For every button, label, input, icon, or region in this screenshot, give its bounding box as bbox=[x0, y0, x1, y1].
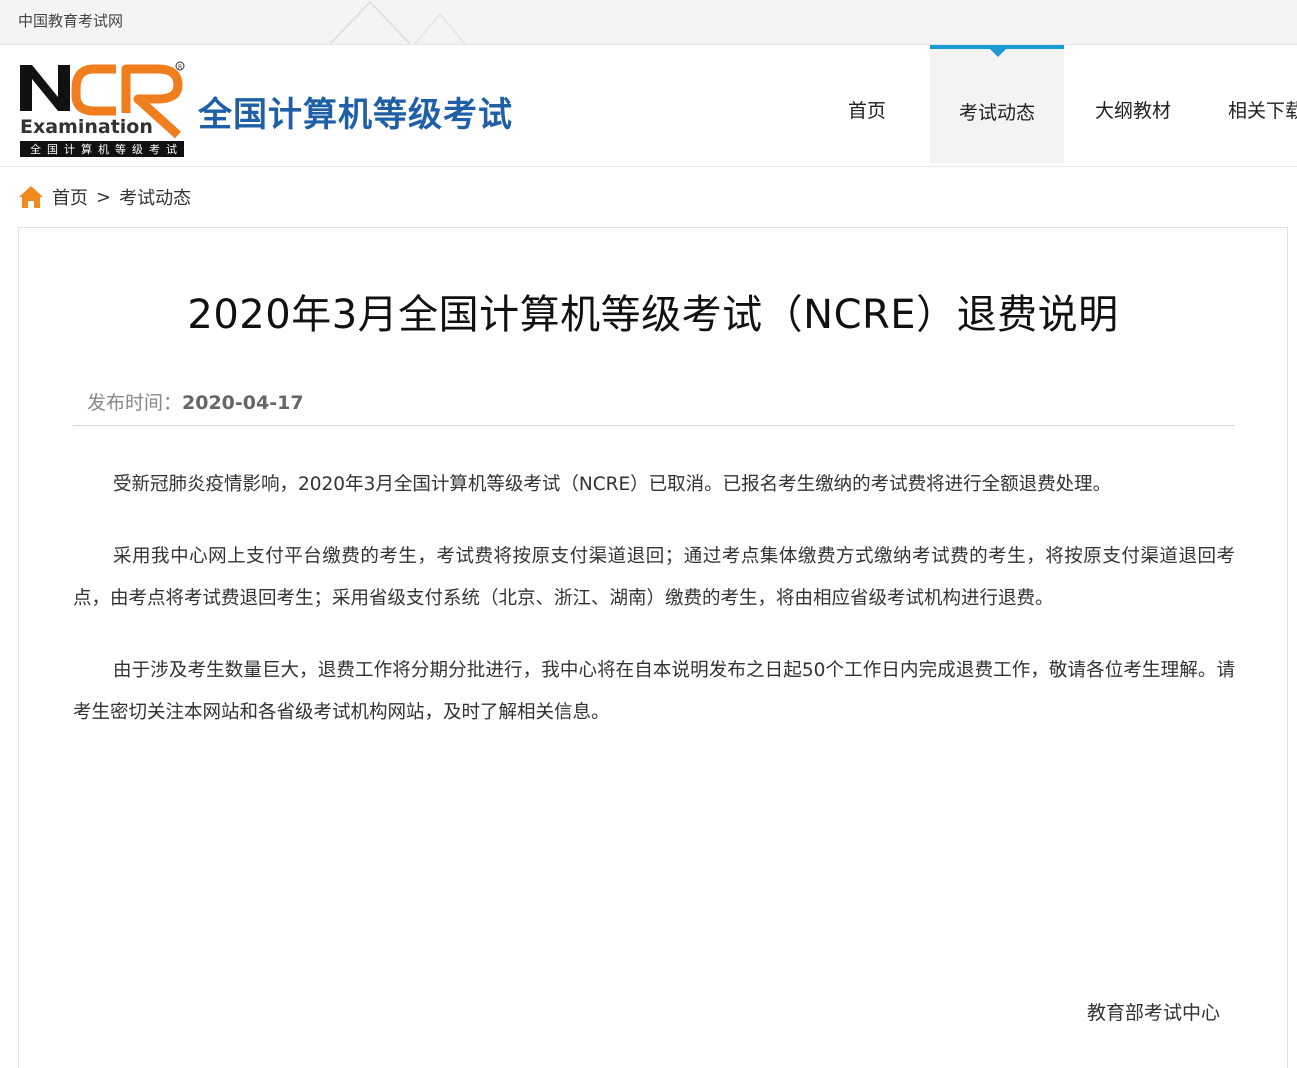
publish-date: 2020-04-17 bbox=[182, 392, 304, 414]
svg-text:全国计算机等级考试: 全国计算机等级考试 bbox=[30, 142, 183, 156]
nav-item-downloads[interactable]: 相关下载 bbox=[1200, 45, 1297, 163]
article-panel: 2020年3月全国计算机等级考试（NCRE）退费说明 发布时间：2020-04-… bbox=[18, 227, 1288, 1068]
site-header: R Examination 全国计算机等级考试 全国计算机等级考试 首页 考试动… bbox=[0, 45, 1297, 167]
svg-text:R: R bbox=[178, 64, 182, 71]
paragraph: 采用我中心网上支付平台缴费的考生，考试费将按原支付渠道退回；通过考点集体缴费方式… bbox=[73, 546, 1235, 609]
main-nav: 首页 考试动态 大纲教材 相关下载 bbox=[800, 45, 1297, 165]
nav-item-label: 考试动态 bbox=[958, 102, 1035, 124]
article-body: 受新冠肺炎疫情影响，2020年3月全国计算机等级考试（NCRE）已取消。已报名考… bbox=[73, 464, 1235, 764]
nav-item-syllabus[interactable]: 大纲教材 bbox=[1066, 45, 1200, 163]
breadcrumb-current[interactable]: 考试动态 bbox=[119, 184, 191, 210]
breadcrumb-separator: > bbox=[96, 186, 112, 208]
publish-meta: 发布时间：2020-04-17 bbox=[87, 388, 304, 415]
active-caret-icon bbox=[990, 49, 1006, 57]
article-title: 2020年3月全国计算机等级考试（NCRE）退费说明 bbox=[187, 292, 1119, 338]
breadcrumb-home[interactable]: 首页 bbox=[52, 184, 88, 210]
nav-item-exam-news[interactable]: 考试动态 bbox=[930, 45, 1064, 163]
publish-label: 发布时间： bbox=[87, 392, 183, 414]
ncre-logo-icon: R Examination 全国计算机等级考试 bbox=[20, 61, 185, 157]
nav-item-home[interactable]: 首页 bbox=[800, 45, 934, 163]
paragraph: 受新冠肺炎疫情影响，2020年3月全国计算机等级考试（NCRE）已取消。已报名考… bbox=[113, 474, 1112, 495]
svg-text:Examination: Examination bbox=[20, 116, 153, 138]
home-icon[interactable] bbox=[18, 185, 44, 209]
breadcrumb: 首页 > 考试动态 bbox=[18, 184, 191, 210]
signature: 教育部考试中心 bbox=[1087, 1002, 1221, 1024]
paragraph: 由于涉及考生数量巨大，退费工作将分期分批进行，我中心将在自本说明发布之日起50个… bbox=[73, 660, 1235, 723]
site-title: 全国计算机等级考试 bbox=[198, 95, 513, 135]
site-link[interactable]: 中国教育考试网 bbox=[18, 10, 123, 31]
ncre-logo[interactable]: R Examination 全国计算机等级考试 bbox=[18, 61, 188, 159]
top-bar: 中国教育考试网 bbox=[0, 0, 1297, 45]
divider bbox=[73, 425, 1235, 426]
decorative-graphic bbox=[330, 0, 466, 44]
